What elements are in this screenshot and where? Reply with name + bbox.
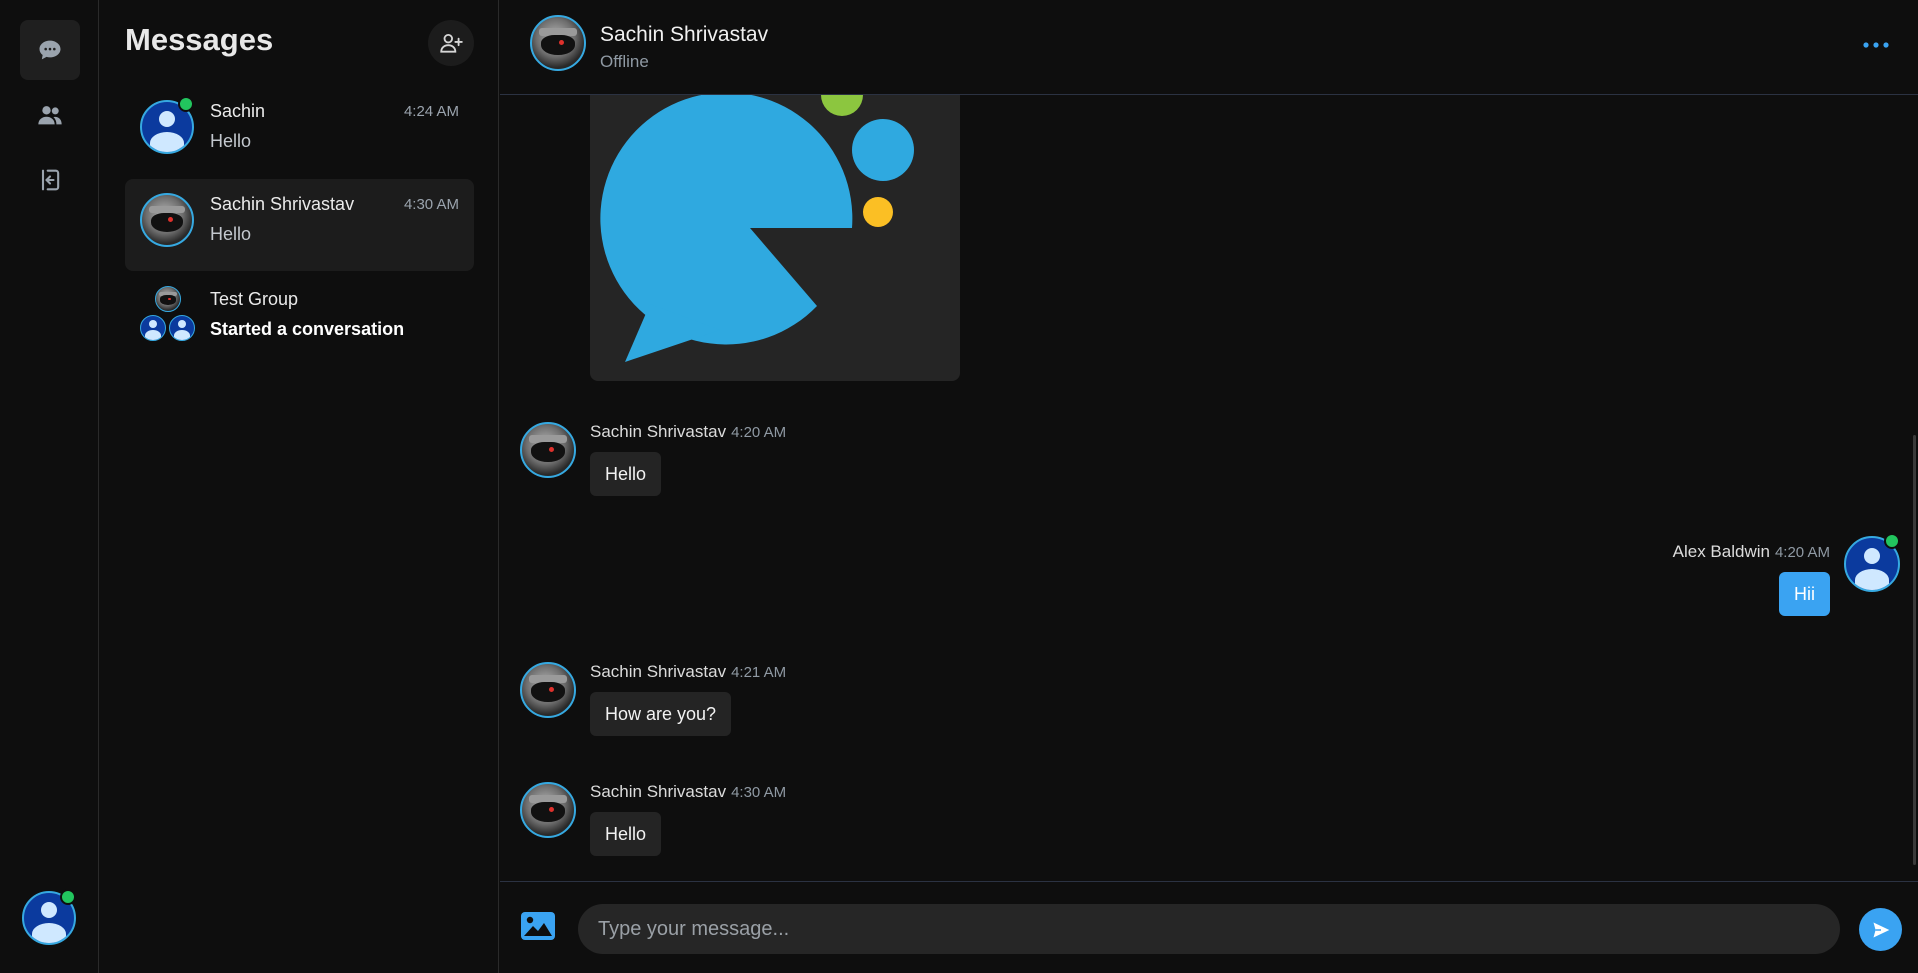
message-time: 4:20 AM <box>731 424 787 441</box>
message-time: 4:20 AM <box>1774 544 1830 561</box>
message-meta: Sachin Shrivastav 4:20 AM <box>590 422 786 442</box>
conversation-item[interactable]: Test Group Started a conversation <box>125 273 474 365</box>
avatar <box>520 662 576 718</box>
message-time: 4:21 AM <box>731 664 787 681</box>
avatar <box>140 193 194 247</box>
message-bubble: Hii <box>1779 572 1830 616</box>
attach-image-button[interactable] <box>520 910 558 944</box>
conversation-item[interactable]: Sachin 4:24 AM Hello <box>125 86 474 178</box>
more-options-button[interactable] <box>1856 30 1896 60</box>
more-horizontal-icon <box>1863 42 1889 48</box>
conversation-preview: Started a conversation <box>210 319 405 339</box>
conversation-preview: Hello <box>210 224 252 244</box>
nav-logout-button[interactable] <box>20 150 80 210</box>
message-bubble: Hello <box>590 812 662 856</box>
message-sender: Sachin Shrivastav <box>590 782 727 801</box>
message-meta: Sachin Shrivastav 4:21 AM <box>590 662 786 682</box>
message-composer <box>500 881 1918 973</box>
chat-logo-image <box>600 95 914 362</box>
group-avatar <box>140 286 195 341</box>
current-user-avatar[interactable] <box>22 889 76 945</box>
conversation-list: Messages Sachin 4:24 AM Hello Sachin Shr… <box>100 0 499 973</box>
add-contact-button[interactable] <box>428 20 474 66</box>
conversation-name: Sachin <box>210 101 266 121</box>
message-bubble: How are you? <box>590 692 732 736</box>
chat-panel: Sachin Shrivastav Offline Sachin Shrivas… <box>500 0 1918 973</box>
message-input[interactable] <box>578 904 1840 954</box>
message-sender: Alex Baldwin <box>1672 542 1770 561</box>
image-icon <box>521 912 555 940</box>
logout-icon <box>41 169 60 191</box>
message-meta: Alex Baldwin 4:20 AM <box>1673 542 1830 562</box>
chat-contact-status: Offline <box>600 52 649 71</box>
chat-contact-name: Sachin Shrivastav <box>600 23 769 46</box>
conversation-time: 4:30 AM <box>403 196 459 213</box>
message-bubble: Hello <box>590 452 662 496</box>
nav-chats-button[interactable] <box>20 20 80 80</box>
chat-bubble-icon <box>39 40 61 60</box>
image-message[interactable] <box>590 95 960 381</box>
message-time: 4:30 AM <box>731 784 787 801</box>
users-icon <box>38 106 62 125</box>
message-sender: Sachin Shrivastav <box>590 662 727 681</box>
online-indicator <box>1884 533 1900 549</box>
add-user-icon <box>440 33 463 53</box>
nav-rail <box>0 0 99 973</box>
avatar <box>520 422 576 478</box>
send-icon <box>1873 922 1889 937</box>
message-thread: Sachin Shrivastav 4:20 AM Hello Alex Bald… <box>500 95 1918 881</box>
online-indicator <box>60 889 76 905</box>
online-indicator <box>178 96 194 112</box>
conversation-name: Sachin Shrivastav <box>210 194 355 214</box>
conversation-name: Test Group <box>210 289 299 309</box>
avatar <box>140 96 194 154</box>
conversation-time: 4:24 AM <box>403 103 459 120</box>
conversation-preview: Hello <box>210 131 252 151</box>
message-meta: Sachin Shrivastav 4:30 AM <box>590 782 786 802</box>
message-sender: Sachin Shrivastav <box>590 422 727 441</box>
avatar <box>520 782 576 838</box>
send-button[interactable] <box>1859 908 1902 951</box>
avatar <box>1844 533 1900 592</box>
avatar <box>530 15 586 71</box>
chat-header: Sachin Shrivastav Offline <box>500 0 1918 95</box>
page-title: Messages <box>125 22 274 57</box>
conversation-item[interactable]: Sachin Shrivastav 4:30 AM Hello <box>125 179 474 271</box>
scrollbar[interactable] <box>1913 435 1916 865</box>
nav-contacts-button[interactable] <box>20 85 80 145</box>
